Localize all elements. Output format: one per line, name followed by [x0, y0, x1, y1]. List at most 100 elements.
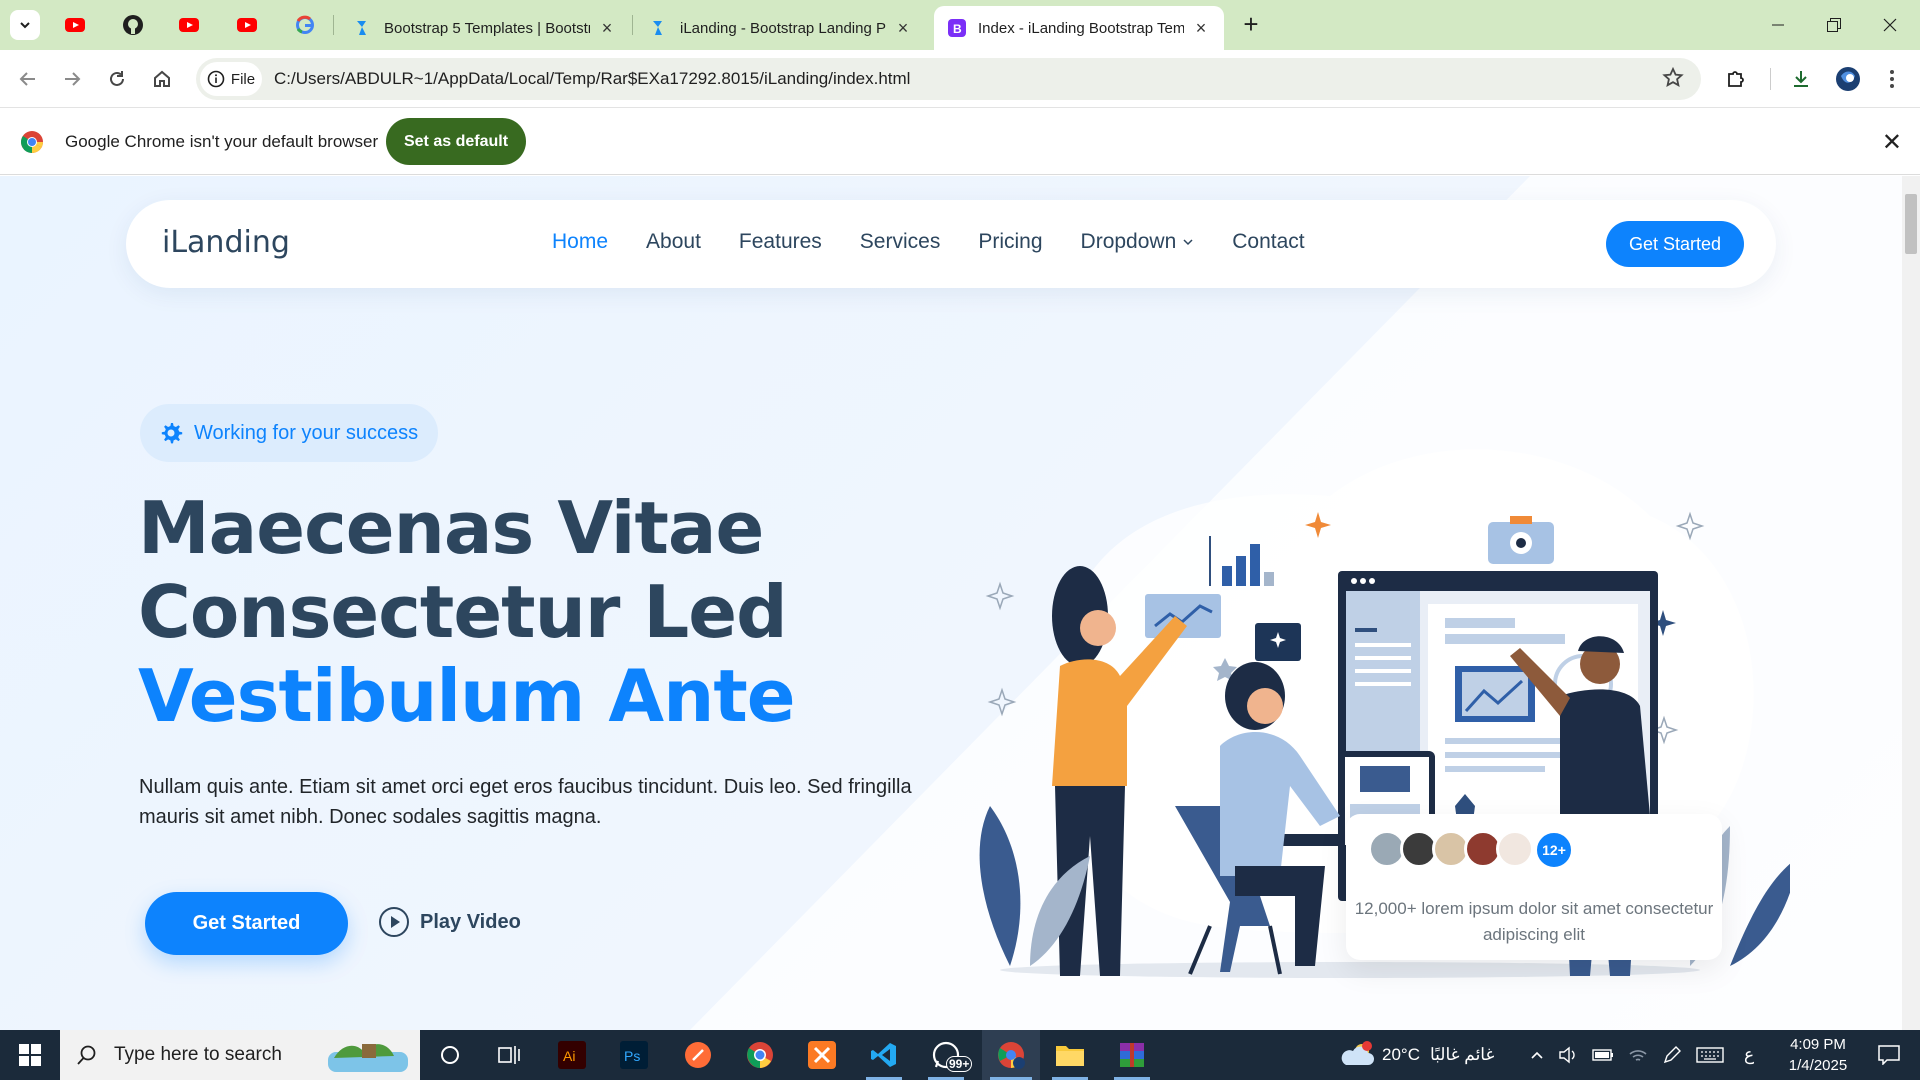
youtube-icon [65, 18, 85, 32]
play-video-link[interactable]: Play Video [378, 906, 521, 938]
clock-date: 1/4/2025 [1788, 1057, 1848, 1074]
cloudy-weather-icon [1341, 1041, 1374, 1065]
pinned-tab-youtube-2[interactable] [176, 12, 202, 38]
pinned-tab-github[interactable] [120, 12, 146, 38]
nav-about[interactable]: About [646, 230, 701, 254]
youtube-icon [237, 18, 257, 32]
bootstrapmade-icon [357, 21, 366, 35]
reload-button[interactable] [101, 63, 133, 95]
tab-bootstrap-templates[interactable]: Bootstrap 5 Templates | Bootstr × [340, 6, 630, 50]
nav-pricing[interactable]: Pricing [978, 230, 1042, 254]
nav-dropdown[interactable]: Dropdown [1081, 230, 1195, 254]
volume-icon[interactable] [1558, 1046, 1578, 1064]
address-bar[interactable]: File C:/Users/ABDULR~1/AppData/Local/Tem… [196, 58, 1701, 100]
taskbar-xampp[interactable] [796, 1030, 848, 1080]
site-info-chip[interactable]: File [200, 62, 262, 96]
page-viewport: iLanding Home About Features Services Pr… [0, 176, 1902, 1030]
extensions-button[interactable] [1720, 63, 1752, 95]
postman-icon [685, 1042, 711, 1068]
taskbar-postman[interactable] [672, 1030, 724, 1080]
hero-get-started-button[interactable]: Get Started [145, 892, 348, 955]
hero-title: Maecenas Vitae Consectetur Led Vestibulu… [138, 486, 796, 738]
taskbar-clock[interactable]: 4:09 PM 1/4/2025 [1768, 1034, 1868, 1076]
chevron-down-icon [20, 22, 30, 29]
taskbar-winrar[interactable] [1106, 1030, 1158, 1080]
taskbar-vscode[interactable] [858, 1030, 910, 1080]
customers-card: 12+ 12,000+ lorem ipsum dolor sit amet c… [1346, 814, 1722, 960]
pinned-tab-youtube[interactable] [62, 12, 88, 38]
site-logo[interactable]: iLanding [162, 225, 290, 260]
forward-button[interactable] [56, 63, 88, 95]
avatar-icon [1836, 67, 1860, 91]
profile-avatar[interactable] [1832, 63, 1864, 95]
page-scrollbar[interactable] [1902, 176, 1920, 1030]
folder-icon [1056, 1046, 1084, 1066]
set-as-default-button[interactable]: Set as default [386, 118, 526, 165]
nav-menu: Home About Features Services Pricing Dro… [552, 230, 1343, 254]
tab-ilanding-bootstrap[interactable]: iLanding - Bootstrap Landing Pa × [636, 6, 926, 50]
gear-icon [161, 423, 183, 444]
play-circle-icon [379, 907, 409, 937]
clock-time: 4:09 PM [1790, 1036, 1846, 1053]
battery-icon[interactable] [1592, 1048, 1614, 1062]
customers-card-text: 12,000+ lorem ipsum dolor sit amet conse… [1354, 899, 1714, 944]
url-text[interactable]: C:/Users/ABDULR~1/AppData/Local/Temp/Rar… [274, 69, 910, 89]
close-tab-icon[interactable]: × [598, 18, 616, 39]
downloads-button[interactable] [1785, 63, 1817, 95]
whatsapp-badge: 99+ [946, 1056, 973, 1072]
tab-search-button[interactable] [10, 10, 40, 40]
infobar-close-icon[interactable]: ✕ [1882, 128, 1902, 157]
notification-icon [1878, 1045, 1900, 1065]
task-view-icon [498, 1046, 520, 1064]
adobe-illustrator-icon: Ai [558, 1041, 586, 1069]
windows-icon [19, 1044, 41, 1066]
chevron-down-icon [1183, 239, 1193, 246]
nav-get-started-button[interactable]: Get Started [1606, 221, 1744, 267]
close-tab-icon[interactable]: × [894, 18, 912, 39]
bookmark-button[interactable] [1661, 66, 1685, 95]
xampp-icon [808, 1041, 836, 1069]
action-center-button[interactable] [1864, 1030, 1914, 1080]
nav-features[interactable]: Features [739, 230, 822, 254]
pen-icon[interactable] [1662, 1045, 1682, 1065]
minimize-button[interactable] [1750, 0, 1806, 50]
tab-separator [632, 15, 633, 35]
back-button[interactable] [12, 63, 44, 95]
pinned-tab-google[interactable] [292, 12, 318, 38]
taskbar-chrome[interactable] [734, 1030, 786, 1080]
pinned-tab-youtube-3[interactable] [234, 12, 260, 38]
search-icon [77, 1045, 96, 1065]
new-tab-button[interactable]: + [1236, 10, 1266, 40]
taskbar-whatsapp[interactable]: 99+ [920, 1030, 973, 1080]
tab-index-ilanding[interactable]: B Index - iLanding Bootstrap Tem × [934, 6, 1224, 50]
close-tab-icon[interactable]: × [1192, 18, 1210, 39]
taskbar-search[interactable]: Type here to search [60, 1030, 420, 1080]
cortana-button[interactable] [424, 1030, 476, 1080]
svg-text:Ai: Ai [563, 1048, 575, 1064]
taskbar-file-explorer[interactable] [1044, 1030, 1096, 1080]
chrome-icon [747, 1042, 773, 1068]
taskbar-illustrator[interactable]: Ai [546, 1030, 598, 1080]
close-window-button[interactable] [1862, 0, 1918, 50]
nav-home[interactable]: Home [552, 230, 608, 254]
nav-contact[interactable]: Contact [1232, 230, 1304, 254]
keyboard-icon[interactable] [1696, 1046, 1724, 1064]
taskbar-chrome-active[interactable] [982, 1030, 1040, 1080]
start-button[interactable] [0, 1030, 60, 1080]
system-tray: ع [1530, 1030, 1754, 1080]
wifi-off-icon[interactable] [1628, 1046, 1648, 1064]
nav-services[interactable]: Services [860, 230, 941, 254]
weather-widget[interactable]: 20°C غائم غالبًا [1340, 1030, 1494, 1080]
chrome-menu-button[interactable] [1876, 63, 1908, 95]
scrollbar-thumb[interactable] [1905, 194, 1917, 254]
hero-title-line-1: Maecenas Vitae [138, 486, 764, 570]
taskbar-photoshop[interactable]: Ps [608, 1030, 660, 1080]
chevron-up-icon[interactable] [1530, 1048, 1544, 1062]
hero-description: Nullam quis ante. Etiam sit amet orci eg… [139, 776, 912, 828]
home-button[interactable] [146, 63, 178, 95]
minimize-icon [1772, 24, 1784, 26]
restore-button[interactable] [1806, 0, 1862, 50]
task-view-button[interactable] [484, 1030, 536, 1080]
input-language[interactable]: ع [1744, 1045, 1754, 1065]
download-icon [1794, 71, 1808, 87]
